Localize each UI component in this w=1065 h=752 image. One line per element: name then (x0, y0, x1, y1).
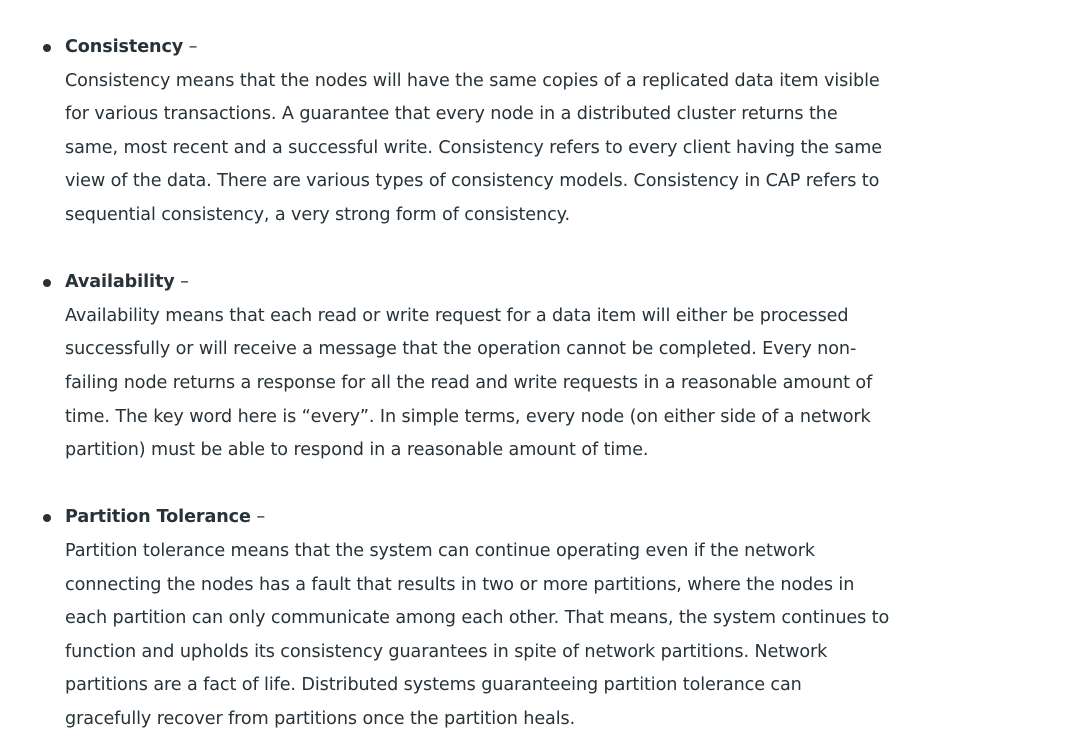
list-item: Availability – Availability means that ea… (0, 266, 1065, 468)
paragraph-line: sequential consistency, a very strong fo… (65, 204, 570, 225)
bullet-icon (43, 279, 51, 288)
paragraph-line: connecting the nodes has a fault that re… (65, 574, 855, 595)
paragraph-line: view of the data. There are various type… (65, 171, 880, 192)
list-item: Consistency – Consistency means that the … (0, 31, 1065, 233)
item-heading: Availability – (65, 266, 1065, 300)
paragraph-line: function and upholds its consistency gua… (65, 641, 828, 662)
item-title: Consistency (65, 37, 184, 57)
item-heading: Partition Tolerance – (65, 501, 1065, 535)
bullet-icon (43, 514, 51, 523)
paragraph-line: failing node returns a response for all … (65, 372, 873, 393)
cap-properties-list: Consistency – Consistency means that the … (0, 0, 1065, 736)
paragraph-line: successfully or will receive a message t… (65, 339, 857, 360)
item-dash: – (183, 37, 198, 57)
paragraph-line: partition) must be able to respond in a … (65, 440, 649, 461)
item-title: Partition Tolerance (65, 507, 251, 528)
paragraph-line: partitions are a fact of life. Distribut… (65, 675, 802, 696)
list-item: Partition Tolerance – Partition tolerance… (0, 501, 1065, 736)
paragraph-line: for various transactions. A guarantee th… (65, 104, 838, 125)
bullet-icon (43, 44, 51, 52)
paragraph-line: time. The key word here is “every”. In s… (65, 406, 871, 427)
item-title: Availability (65, 272, 175, 293)
item-heading: Consistency – (65, 31, 1065, 65)
item-dash: – (250, 507, 266, 528)
paragraph-line: Consistency means that the nodes will ha… (65, 70, 880, 91)
paragraph-line: each partition can only communicate amon… (65, 608, 890, 629)
paragraph-line: Availability means that each read or wri… (65, 305, 849, 326)
item-dash: – (174, 272, 189, 293)
paragraph-line: same, most recent and a successful write… (65, 137, 883, 158)
paragraph-line: gracefully recover from partitions once … (65, 708, 576, 729)
paragraph-line: Partition tolerance means that the syste… (65, 540, 815, 561)
